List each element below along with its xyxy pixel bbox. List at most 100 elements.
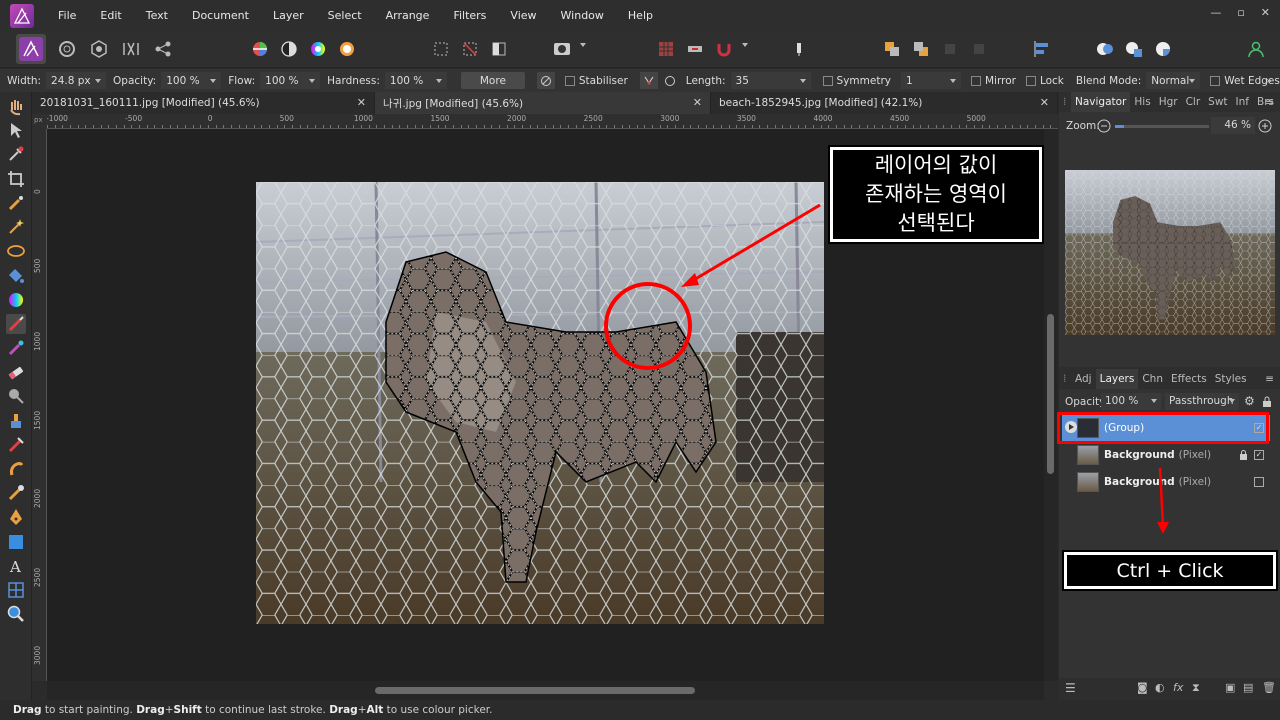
- delete-layer-icon[interactable]: 🗑: [1262, 681, 1276, 694]
- minimize-button[interactable]: —: [1210, 6, 1221, 19]
- tab-styles[interactable]: Styles: [1211, 373, 1251, 385]
- liquify-persona-icon[interactable]: [54, 37, 80, 61]
- boolean-add-icon[interactable]: [1092, 37, 1118, 61]
- blur-brush-icon[interactable]: [6, 483, 26, 503]
- flood-fill-icon[interactable]: [6, 265, 26, 285]
- add-pixel-layer-icon[interactable]: ▤: [1243, 681, 1253, 694]
- export-persona-icon[interactable]: [150, 37, 176, 61]
- zoom-in-icon[interactable]: [1258, 119, 1272, 133]
- menu-view[interactable]: View: [498, 9, 548, 22]
- arrange-back-icon[interactable]: [879, 37, 905, 61]
- tab-inf[interactable]: Inf: [1232, 96, 1253, 108]
- layer-locked-icon[interactable]: [1239, 450, 1248, 460]
- hand-tool-icon[interactable]: [6, 96, 26, 116]
- layer-settings-icon[interactable]: ⚙: [1244, 394, 1255, 408]
- close-window-button[interactable]: ✕: [1261, 6, 1270, 19]
- close-tab-icon[interactable]: ✕: [357, 96, 366, 109]
- vertical-scroll-thumb[interactable]: [1047, 314, 1054, 474]
- adjustment-layer-icon[interactable]: ◐: [1155, 681, 1165, 694]
- arrange-front-icon[interactable]: [937, 37, 963, 61]
- tab-hgr[interactable]: Hgr: [1155, 96, 1182, 108]
- menu-select[interactable]: Select: [316, 9, 374, 22]
- pixel-brush-icon[interactable]: [6, 338, 26, 358]
- marquee-ellipse-icon[interactable]: [6, 241, 26, 261]
- vertical-scrollbar[interactable]: [1044, 129, 1058, 681]
- horizontal-scrollbar[interactable]: [47, 681, 1044, 700]
- panel-menu-icon[interactable]: ≡: [1265, 96, 1274, 108]
- opacity-field[interactable]: 100 %: [161, 72, 222, 89]
- horizontal-scroll-thumb[interactable]: [375, 687, 695, 694]
- force-pixel-alignment-icon[interactable]: [786, 37, 812, 61]
- layer-lock-icon[interactable]: [1262, 396, 1272, 407]
- assistant-icon[interactable]: [653, 37, 679, 61]
- menu-help[interactable]: Help: [616, 9, 665, 22]
- invert-selection-icon[interactable]: [486, 37, 512, 61]
- paint-brush-icon[interactable]: [6, 313, 26, 334]
- snapping-icon[interactable]: [711, 37, 737, 61]
- tab-document-3[interactable]: beach-1852945.jpg [Modified] (42.1%) ✕: [711, 92, 1058, 114]
- toolbar-overflow-icon[interactable]: »: [1266, 75, 1272, 87]
- rectangle-tool-icon[interactable]: [6, 532, 26, 552]
- brush-options-icon[interactable]: [536, 72, 555, 89]
- clone-brush-icon[interactable]: [6, 411, 26, 431]
- arrange-to-back-icon[interactable]: [966, 37, 992, 61]
- tab-layers[interactable]: Layers: [1095, 369, 1139, 389]
- flood-select-icon[interactable]: [6, 217, 26, 237]
- selection-brush-icon[interactable]: [6, 193, 26, 213]
- blend-mode-field[interactable]: Normal: [1146, 72, 1201, 89]
- select-all-icon[interactable]: [428, 37, 454, 61]
- erase-brush-icon[interactable]: [6, 362, 26, 382]
- mask-layer-icon[interactable]: ◙: [1137, 681, 1148, 694]
- layer-visibility-checkbox[interactable]: [1254, 477, 1264, 487]
- tab-navigator[interactable]: Navigator: [1071, 92, 1131, 112]
- tab-clr[interactable]: Clr: [1182, 96, 1205, 108]
- tab-document-1[interactable]: 20181031_160111.jpg [Modified] (45.6%) ✕: [32, 92, 375, 114]
- hsl-icon[interactable]: [305, 37, 331, 61]
- photo-persona-icon[interactable]: [16, 34, 46, 64]
- develop-persona-icon[interactable]: [86, 37, 112, 61]
- menu-filters[interactable]: Filters: [441, 9, 498, 22]
- menu-file[interactable]: File: [46, 9, 88, 22]
- menu-text[interactable]: Text: [134, 9, 180, 22]
- healing-brush-icon[interactable]: [6, 435, 26, 455]
- zoom-slider[interactable]: [1115, 125, 1209, 128]
- pen-tool-icon[interactable]: [6, 507, 26, 527]
- menu-arrange[interactable]: Arrange: [374, 9, 442, 22]
- stabiliser-checkbox[interactable]: [564, 75, 575, 86]
- length-field[interactable]: 35: [730, 72, 811, 89]
- tab-his[interactable]: His: [1130, 96, 1154, 108]
- layer-visibility-checkbox[interactable]: ✓: [1254, 450, 1264, 460]
- navigator-preview[interactable]: [1065, 170, 1275, 335]
- tab-effects[interactable]: Effects: [1167, 373, 1211, 385]
- arrange-forward-icon[interactable]: [908, 37, 934, 61]
- symmetry-field[interactable]: 1: [901, 72, 961, 89]
- snapping-dropdown[interactable]: [742, 43, 748, 47]
- flow-field[interactable]: 100 %: [260, 72, 321, 89]
- layer-blend-field[interactable]: Passthrough: [1165, 393, 1239, 410]
- menu-window[interactable]: Window: [549, 9, 616, 22]
- group-layers-icon[interactable]: ▣: [1225, 681, 1235, 694]
- zoom-field[interactable]: 46 %: [1211, 117, 1255, 134]
- boolean-intersect-icon[interactable]: [1150, 37, 1176, 61]
- tab-swt[interactable]: Swt: [1204, 96, 1231, 108]
- levels-icon[interactable]: [247, 37, 273, 61]
- more-button[interactable]: More: [460, 72, 525, 89]
- alignment-icon[interactable]: [1030, 37, 1056, 61]
- mirror-checkbox[interactable]: [971, 75, 981, 86]
- maximize-button[interactable]: ▫: [1237, 6, 1244, 19]
- zoom-out-icon[interactable]: [1097, 119, 1111, 133]
- zoom-tool-icon[interactable]: [6, 604, 26, 624]
- symmetry-checkbox[interactable]: [822, 75, 833, 86]
- tab-adj[interactable]: Adj: [1071, 373, 1096, 385]
- wet-edges-checkbox[interactable]: [1210, 75, 1221, 86]
- white-balance-icon[interactable]: [276, 37, 302, 61]
- width-field[interactable]: 24.8 px: [46, 72, 107, 89]
- tone-mapping-persona-icon[interactable]: [118, 37, 144, 61]
- user-account-icon[interactable]: [1243, 37, 1269, 61]
- layer-opacity-field[interactable]: 100 %: [1101, 393, 1161, 410]
- rope-mode-icon[interactable]: [639, 72, 658, 89]
- crop-tool-icon[interactable]: [6, 169, 26, 189]
- deselect-icon[interactable]: [457, 37, 483, 61]
- move-tool-icon[interactable]: [6, 120, 26, 140]
- boolean-subtract-icon[interactable]: [1121, 37, 1147, 61]
